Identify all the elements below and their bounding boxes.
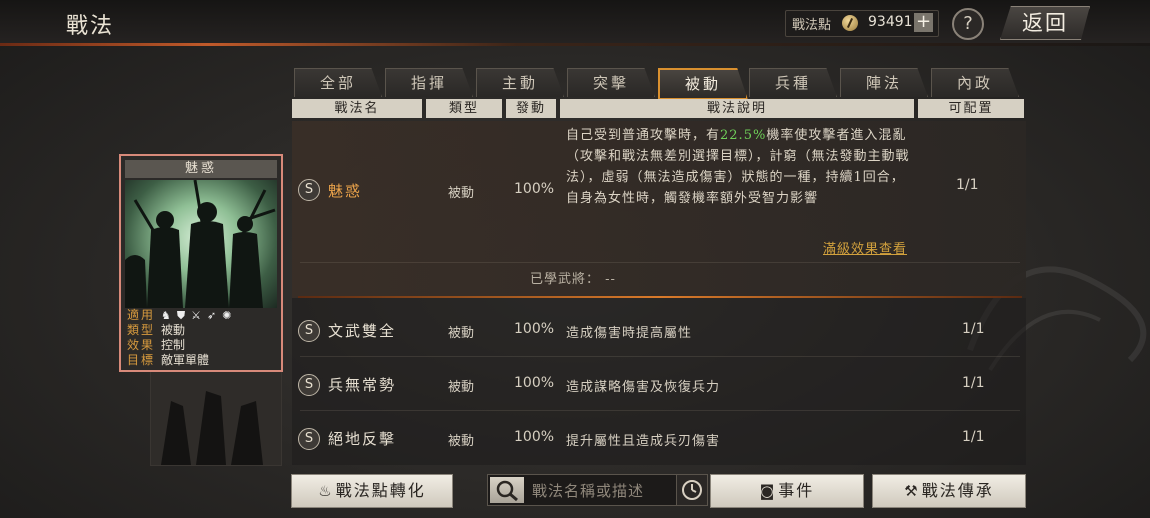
page-title: 戰法 [66,14,115,39]
history-clock-button[interactable] [676,474,708,506]
warriors-silhouette-image [125,180,276,308]
tab-passive[interactable]: 被動 [658,68,748,100]
skill-trigger-rate: 100% [514,181,555,197]
card-shadow-stack [150,360,282,466]
skill-card: 魅惑 適用 ♞⛊⚔➶✺ 類型 被動 效果 控制 目標 敵軍單體 [119,154,283,372]
tab-troop-type[interactable]: 兵種 [749,68,837,97]
skill-type: 被動 [448,380,475,395]
skill-config-count: 1/1 [956,177,979,193]
bow-icon: ➶ [207,309,223,322]
grade-s-icon: S [298,428,320,450]
column-header-type: 類型 [426,99,502,118]
skill-config-count: 1/1 [962,321,985,337]
shield-icon: ⛊ [176,309,192,322]
card-back-art [151,361,281,465]
convert-points-button[interactable]: ♨ 戰法點轉化 [291,474,453,508]
card-type-label: 類型 [127,323,156,337]
divider [300,356,1020,357]
card-effect-label: 效果 [127,338,156,352]
tactic-points-label: 戰法點 [792,18,832,33]
tactic-points-value: 93491 [868,14,913,30]
selected-row-underline [298,296,1022,298]
card-apply-label: 適用 [127,308,156,322]
skill-name[interactable]: 兵無常勢 [328,374,396,395]
divider [300,410,1020,411]
tab-active[interactable]: 主動 [476,68,564,97]
search-box [487,474,677,506]
column-header-config: 可配置 [918,99,1024,118]
search-input[interactable] [530,479,674,503]
skill-name: 魅惑 [328,182,363,200]
column-header-name: 戰法名 [292,99,422,118]
skill-trigger-rate: 100% [514,375,555,391]
flame-icon: ♨ [318,482,334,500]
tab-all[interactable]: 全部 [294,68,382,97]
clock-icon [682,480,702,500]
skill-type: 被動 [448,186,475,201]
column-header-trigger: 發動 [506,99,556,118]
skill-trigger-rate: 100% [514,321,555,337]
skill-trigger-rate: 100% [514,429,555,445]
add-points-button[interactable]: + [914,13,933,32]
card-target-label: 目標 [127,353,156,367]
skill-type: 被動 [448,326,475,341]
card-title: 魅惑 [125,160,277,178]
column-header-description: 戰法說明 [560,99,914,118]
tactic-points-box: 戰法點 93491 + [785,10,939,37]
probability-highlight: 22.5% [720,128,767,143]
card-artwork [125,180,277,308]
skill-description: 造成傷害時提高屬性 [566,326,693,341]
skill-name[interactable]: 絕地反擊 [328,428,396,449]
event-ticket-icon: ◙ [759,482,777,500]
back-button[interactable]: 返回 [1000,6,1090,40]
skill-config-count: 1/1 [962,375,985,391]
tab-internal-affairs[interactable]: 內政 [931,68,1019,97]
learned-generals: 已學武將： -- [530,272,616,287]
divider [300,262,1020,263]
event-button[interactable]: ◙ 事件 [710,474,864,508]
grade-s-icon: S [298,374,320,396]
grade-s-icon: S [298,179,320,201]
crossed-weapons-icon: ⚔ [191,309,207,322]
card-type-value: 被動 [161,323,186,337]
skill-description: 提升屬性且造成兵刃傷害 [566,434,721,449]
card-info: 適用 ♞⛊⚔➶✺ 類型 被動 效果 控制 目標 敵軍單體 [127,308,277,368]
skill-name[interactable]: 文武雙全 [328,320,396,341]
skill-description: 自己受到普通攻擊時，有22.5%機率使攻擊者進入混亂（攻擊和戰法無差別選擇目標）… [566,128,910,206]
skill-config-count: 1/1 [962,429,985,445]
max-level-effect-link[interactable]: 滿級效果查看 [823,238,907,257]
help-button[interactable]: ? [952,8,984,40]
hammer-icon: ⚒ [904,482,920,500]
grade-s-icon: S [298,320,320,342]
skill-description: 造成謀略傷害及恢復兵力 [566,380,721,395]
card-effect-value: 控制 [161,338,186,352]
troop-type-icons: ♞⛊⚔➶✺ [161,308,237,323]
search-icon[interactable] [490,477,524,503]
top-bar: 戰法 戰法點 93491 + ? 返回 [0,0,1150,46]
tactic-inherit-button[interactable]: ⚒ 戰法傳承 [872,474,1026,508]
cavalry-icon: ♞ [161,309,177,322]
tab-formation[interactable]: 陣法 [840,68,928,97]
tab-assault[interactable]: 突擊 [567,68,655,97]
siege-icon: ✺ [222,309,238,322]
tab-command[interactable]: 指揮 [385,68,473,97]
skill-type: 被動 [448,434,475,449]
tactic-points-icon [842,15,858,31]
card-target-value: 敵軍單體 [161,353,210,367]
